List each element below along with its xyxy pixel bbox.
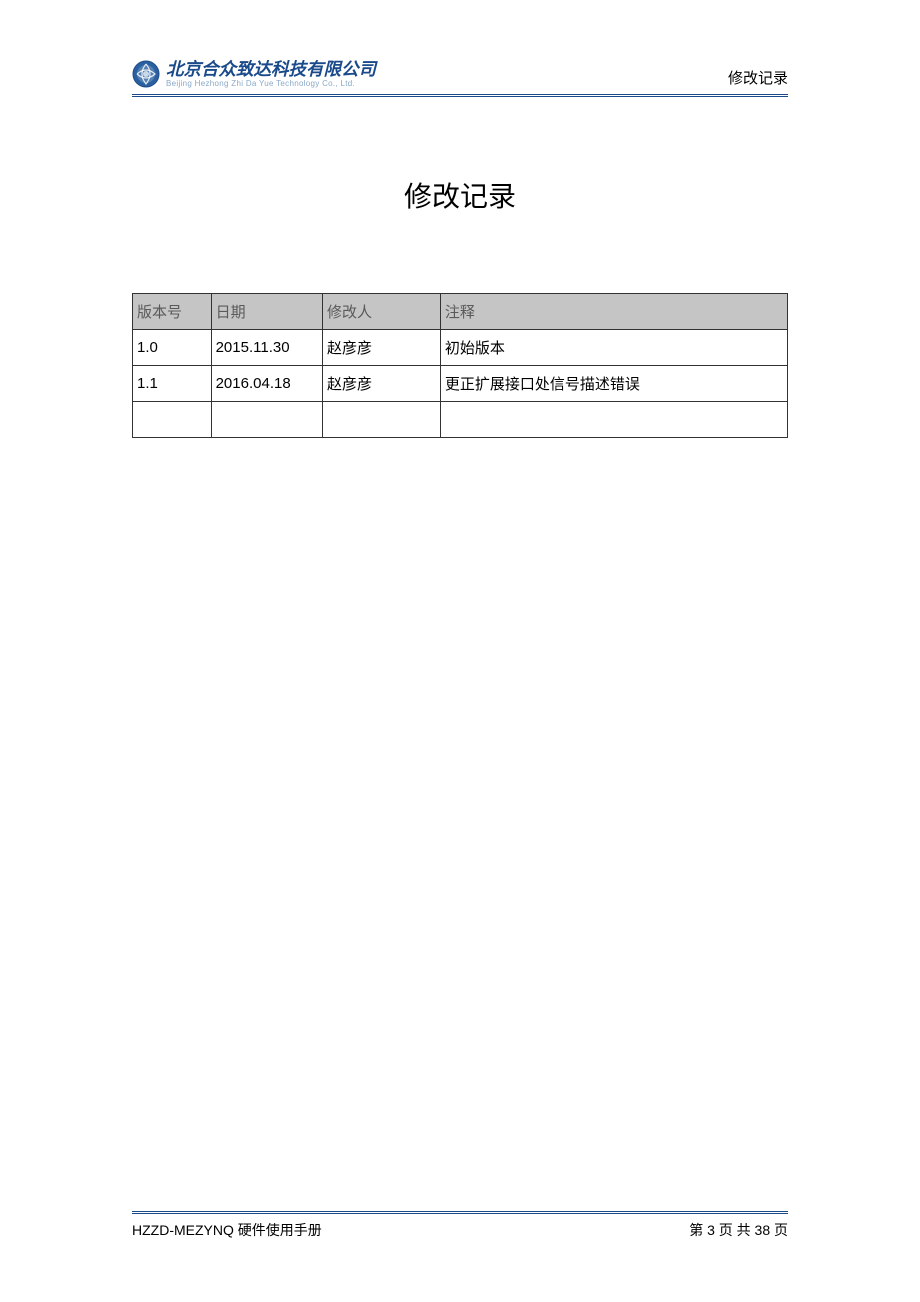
- cell-author: 赵彦彦: [322, 330, 440, 366]
- globe-icon: [132, 60, 160, 88]
- table-row: 1.0 2015.11.30 赵彦彦 初始版本: [133, 330, 788, 366]
- footer-doc-title: HZZD-MEZYNQ 硬件使用手册: [132, 1220, 322, 1240]
- company-name-zh: 北京合众致达科技有限公司: [166, 60, 376, 79]
- table-row: [133, 402, 788, 438]
- cell-note: [440, 402, 787, 438]
- page-title: 修改记录: [132, 175, 788, 215]
- page-footer: HZZD-MEZYNQ 硬件使用手册 第 3 页 共 38 页: [132, 1211, 788, 1240]
- cell-date: 2016.04.18: [211, 366, 322, 402]
- table-header-row: 版本号 日期 修改人 注释: [133, 294, 788, 330]
- section-label: 修改记录: [728, 67, 788, 88]
- col-author: 修改人: [322, 294, 440, 330]
- document-page: 北京合众致达科技有限公司 Beijing Hezhong Zhi Da Yue …: [132, 60, 788, 1240]
- table-row: 1.1 2016.04.18 赵彦彦 更正扩展接口处信号描述错误: [133, 366, 788, 402]
- cell-note: 初始版本: [440, 330, 787, 366]
- col-note: 注释: [440, 294, 787, 330]
- cell-date: [211, 402, 322, 438]
- footer-page-info: 第 3 页 共 38 页: [689, 1220, 788, 1240]
- col-version: 版本号: [133, 294, 212, 330]
- col-date: 日期: [211, 294, 322, 330]
- cell-version: 1.1: [133, 366, 212, 402]
- cell-date: 2015.11.30: [211, 330, 322, 366]
- company-name-en: Beijing Hezhong Zhi Da Yue Technology Co…: [166, 80, 376, 88]
- cell-version: [133, 402, 212, 438]
- company-name: 北京合众致达科技有限公司 Beijing Hezhong Zhi Da Yue …: [166, 60, 376, 87]
- cell-author: [322, 402, 440, 438]
- cell-version: 1.0: [133, 330, 212, 366]
- company-logo: 北京合众致达科技有限公司 Beijing Hezhong Zhi Da Yue …: [132, 60, 376, 88]
- revision-table: 版本号 日期 修改人 注释 1.0 2015.11.30 赵彦彦 初始版本 1.…: [132, 293, 788, 438]
- page-header: 北京合众致达科技有限公司 Beijing Hezhong Zhi Da Yue …: [132, 60, 788, 97]
- cell-note: 更正扩展接口处信号描述错误: [440, 366, 787, 402]
- cell-author: 赵彦彦: [322, 366, 440, 402]
